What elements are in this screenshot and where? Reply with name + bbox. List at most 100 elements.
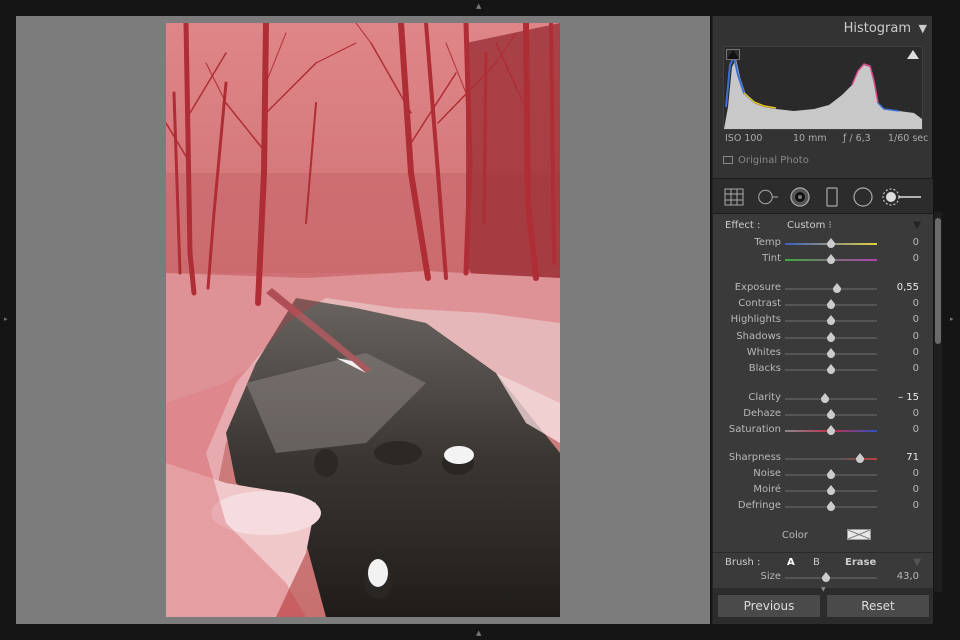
contrast-slider[interactable] <box>785 299 877 309</box>
defringe-slider[interactable] <box>785 501 877 511</box>
brush-b-option[interactable]: B <box>813 557 820 568</box>
brush-size-value[interactable]: 43,0 <box>897 571 919 582</box>
blacks-value[interactable]: 0 <box>913 363 919 374</box>
tint-slider-row[interactable]: Tint 0 <box>713 253 933 267</box>
shadows-slider-row[interactable]: Shadows 0 <box>713 331 933 345</box>
moir-value[interactable]: 0 <box>913 484 919 495</box>
sharpness-slider-row[interactable]: Sharpness 71 <box>713 452 933 466</box>
radial-filter-icon[interactable] <box>852 187 874 207</box>
adjustment-brush-icon[interactable] <box>881 187 925 207</box>
highlights-label: Highlights <box>730 314 781 325</box>
dehaze-slider[interactable] <box>785 409 877 419</box>
spot-removal-icon[interactable] <box>757 187 779 207</box>
exif-aperture: ƒ / 6,3 <box>843 133 871 144</box>
effect-label: Effect : <box>725 220 761 231</box>
exposure-label: Exposure <box>734 282 781 293</box>
exif-focal-length: 10 mm <box>793 133 827 144</box>
temp-slider-row[interactable]: Temp 0 <box>713 237 933 251</box>
histogram-title: Histogram <box>843 21 911 36</box>
shadows-slider[interactable] <box>785 332 877 342</box>
moir-slider[interactable] <box>785 485 877 495</box>
collapse-triangle-icon[interactable]: ▼ <box>913 557 921 568</box>
left-panel-toggle-icon[interactable]: ▸ <box>4 316 8 323</box>
noise-value[interactable]: 0 <box>913 468 919 479</box>
brush-erase-option[interactable]: Erase <box>845 557 876 568</box>
tint-label: Tint <box>762 253 781 264</box>
noise-slider[interactable] <box>785 469 877 479</box>
crop-overlay-icon[interactable] <box>723 187 745 207</box>
original-photo-toggle[interactable]: Original Photo <box>723 155 809 166</box>
no-color-icon <box>848 530 870 539</box>
blacks-slider-row[interactable]: Blacks 0 <box>713 363 933 377</box>
filmstrip-toggle-icon[interactable]: ▲ <box>476 630 481 637</box>
temp-value[interactable]: 0 <box>913 237 919 248</box>
local-adjustment-panel: Effect : Custom ⁝ ▼ Temp 0 Tint 0 Exposure 0,… <box>713 214 933 552</box>
highlights-slider-row[interactable]: Highlights 0 <box>713 314 933 328</box>
scrollbar-thumb[interactable] <box>935 218 941 344</box>
red-eye-icon[interactable] <box>789 187 811 207</box>
brush-size-row[interactable]: Size 43,0 <box>713 571 933 585</box>
color-swatch[interactable] <box>847 529 871 540</box>
bottom-button-bar: ▼ Previous Reset <box>713 586 933 624</box>
saturation-value[interactable]: 0 <box>913 424 919 435</box>
moir-slider-row[interactable]: Moiré 0 <box>713 484 933 498</box>
reset-button[interactable]: Reset <box>826 594 930 618</box>
brush-size-slider[interactable] <box>785 572 877 582</box>
clarity-slider-row[interactable]: Clarity – 15 <box>713 392 933 406</box>
panel-scrollbar[interactable] <box>934 212 942 592</box>
defringe-slider-row[interactable]: Defringe 0 <box>713 500 933 514</box>
tint-value[interactable]: 0 <box>913 253 919 264</box>
saturation-label: Saturation <box>728 424 781 435</box>
color-label: Color <box>781 530 808 541</box>
effect-preset-dropdown[interactable]: Custom ⁝ <box>787 220 832 231</box>
noise-slider-row[interactable]: Noise 0 <box>713 468 933 482</box>
dehaze-value[interactable]: 0 <box>913 408 919 419</box>
blacks-slider[interactable] <box>785 364 877 374</box>
sharpness-value[interactable]: 71 <box>906 452 919 463</box>
collapse-triangle-icon[interactable]: ▼ <box>913 220 921 231</box>
clarity-label: Clarity <box>748 392 781 403</box>
collapse-triangle-icon[interactable]: ▼ <box>919 22 927 35</box>
shadow-clipping-icon[interactable] <box>726 49 740 60</box>
exposure-slider-row[interactable]: Exposure 0,55 <box>713 282 933 296</box>
highlights-slider[interactable] <box>785 315 877 325</box>
highlight-clipping-icon[interactable] <box>907 50 919 59</box>
graduated-filter-icon[interactable] <box>821 187 843 207</box>
photo-preview[interactable] <box>166 23 560 617</box>
whites-value[interactable]: 0 <box>913 347 919 358</box>
temp-label: Temp <box>754 237 781 248</box>
histogram-graph[interactable] <box>723 46 923 130</box>
shadows-value[interactable]: 0 <box>913 331 919 342</box>
histogram-curve <box>724 54 922 129</box>
contrast-value[interactable]: 0 <box>913 298 919 309</box>
contrast-slider-row[interactable]: Contrast 0 <box>713 298 933 312</box>
right-panel-toggle-icon[interactable]: ▸ <box>950 316 954 323</box>
moir-label: Moiré <box>753 484 781 495</box>
lightroom-develop-window: ▲ ▲ ▸ ▸ Histogram ▼ ISO 100 10 mm ƒ / 6,… <box>0 0 960 640</box>
dehaze-slider-row[interactable]: Dehaze 0 <box>713 408 933 422</box>
brush-a-option[interactable]: A <box>787 557 795 568</box>
top-panel-toggle-icon[interactable]: ▲ <box>476 3 481 10</box>
temp-slider[interactable] <box>785 238 877 248</box>
previous-button[interactable]: Previous <box>717 594 821 618</box>
saturation-slider[interactable] <box>785 425 877 435</box>
tint-slider[interactable] <box>785 254 877 264</box>
image-canvas[interactable] <box>16 16 710 624</box>
defringe-value[interactable]: 0 <box>913 500 919 511</box>
whites-slider[interactable] <box>785 348 877 358</box>
expand-arrow-icon[interactable]: ▼ <box>821 586 826 593</box>
defringe-label: Defringe <box>737 500 781 511</box>
exposure-slider[interactable] <box>785 283 877 293</box>
whites-label: Whites <box>746 347 781 358</box>
clarity-slider[interactable] <box>785 393 877 403</box>
highlights-value[interactable]: 0 <box>913 314 919 325</box>
exposure-value[interactable]: 0,55 <box>897 282 919 293</box>
saturation-slider-row[interactable]: Saturation 0 <box>713 424 933 438</box>
clarity-value[interactable]: – 15 <box>898 392 919 403</box>
original-photo-checkbox[interactable] <box>723 156 733 164</box>
original-photo-label: Original Photo <box>738 155 809 166</box>
histogram-header[interactable]: Histogram ▼ <box>713 16 933 42</box>
develop-right-panel: Histogram ▼ ISO 100 10 mm ƒ / 6,3 1/60 s… <box>712 16 933 624</box>
sharpness-slider[interactable] <box>785 453 877 463</box>
whites-slider-row[interactable]: Whites 0 <box>713 347 933 361</box>
